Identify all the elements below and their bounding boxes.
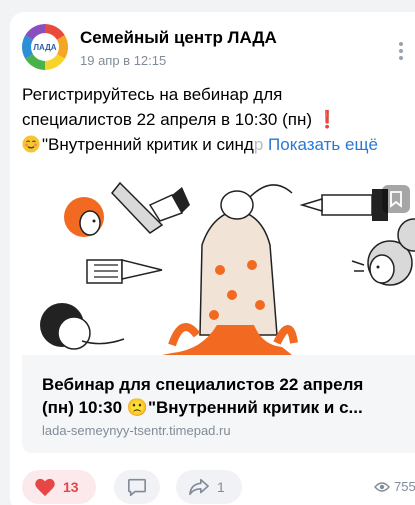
more-options-icon[interactable] — [398, 42, 404, 62]
post-time[interactable]: 19 апр в 12:15 — [80, 53, 166, 68]
post-text-line-2-text: специалистов 22 апреля в 10:30 (пн) — [22, 110, 312, 129]
share-button[interactable]: 1 — [176, 470, 242, 504]
views-counter: 755 — [374, 479, 415, 494]
post-text-line-3-text: "Внутренний критик и синд — [42, 135, 254, 154]
comment-icon — [128, 478, 146, 496]
share-icon — [189, 478, 209, 496]
post-actions: 13 1 755 — [22, 470, 415, 504]
avatar-logo-text: ЛАДА — [33, 43, 56, 52]
post-text-line-2: специалистов 22 апреля в 10:30 (пн) ❗ — [22, 107, 415, 132]
attachment-title[interactable]: Вебинар для специалистов 22 апреля (пн) … — [42, 373, 414, 419]
like-count: 13 — [63, 479, 79, 495]
show-more-link[interactable]: Показать ещё — [268, 135, 378, 154]
like-button[interactable]: 13 — [22, 470, 96, 504]
webinar-illustration — [22, 175, 415, 355]
post-text-line-3: "Внутренний критик и синдр Показать ещё — [22, 132, 415, 157]
attachment-link[interactable]: lada-semeynyy-tsentr.timepad.ru — [42, 423, 231, 438]
heart-icon — [35, 478, 55, 497]
group-name[interactable]: Семейный центр ЛАДА — [80, 28, 277, 48]
attachment-title-line-1: Вебинар для специалистов 22 апреля — [42, 375, 364, 394]
group-avatar[interactable]: ЛАДА — [22, 24, 68, 70]
bookmark-icon[interactable] — [382, 185, 410, 213]
relieved-face-emoji-icon — [22, 135, 40, 153]
share-count: 1 — [217, 479, 225, 495]
eye-icon — [374, 481, 390, 492]
views-count: 755 — [394, 479, 415, 494]
post-header: ЛАДА Семейный центр ЛАДА 19 апр в 12:15 — [22, 22, 404, 74]
exclamation-emoji: ❗ — [316, 110, 338, 129]
post-text-line-1: Регистрируйтесь на вебинар для — [22, 85, 283, 104]
post-text: Регистрируйтесь на вебинар для специалис… — [22, 82, 415, 157]
post-text-faded-tail: р — [253, 135, 264, 154]
link-attachment[interactable]: Вебинар для специалистов 22 апреля (пн) … — [22, 175, 415, 453]
comment-button[interactable] — [114, 470, 160, 504]
attachment-title-line-2: (пн) 10:30 🙁"Внутренний критик и с... — [42, 398, 363, 417]
